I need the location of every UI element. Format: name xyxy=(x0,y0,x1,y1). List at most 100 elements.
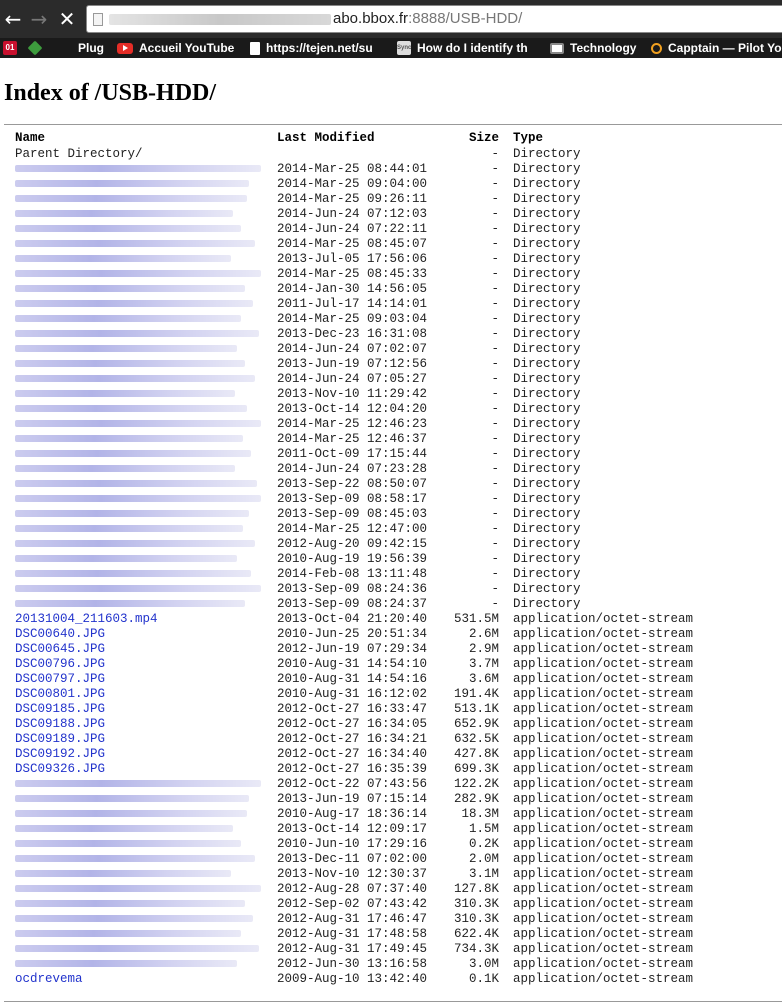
youtube-icon xyxy=(117,42,133,54)
redacted-file-link[interactable] xyxy=(15,780,261,788)
file-name-cell: DSC00801.JPG xyxy=(15,687,265,702)
size-cell: 2.0M xyxy=(468,852,499,866)
column-header-modified[interactable]: Last Modified xyxy=(277,131,375,146)
size-cell: - xyxy=(491,537,499,551)
redacted-file-link[interactable] xyxy=(15,165,261,173)
file-link[interactable]: ocdrevema xyxy=(15,972,83,986)
bookmark-sync[interactable]: Sync How do I identify th xyxy=(397,38,528,58)
redacted-file-link[interactable] xyxy=(15,345,237,353)
redacted-file-link[interactable] xyxy=(15,870,231,878)
size-cell: 3.0M xyxy=(468,957,499,971)
file-link[interactable]: DSC00796.JPG xyxy=(15,657,105,671)
file-link[interactable]: DSC00645.JPG xyxy=(15,642,105,656)
parent-directory-link[interactable]: Parent Directory/ xyxy=(15,147,143,161)
redacted-file-link[interactable] xyxy=(15,465,235,473)
redacted-file-link[interactable] xyxy=(15,855,255,863)
redacted-file-link[interactable] xyxy=(15,915,253,923)
redacted-file-link[interactable] xyxy=(15,405,247,413)
redacted-file-link[interactable] xyxy=(15,555,237,563)
redacted-file-link[interactable] xyxy=(15,600,245,608)
file-link[interactable]: DSC00801.JPG xyxy=(15,687,105,701)
type-cell: application/octet-stream xyxy=(513,927,694,941)
redacted-file-link[interactable] xyxy=(15,330,259,338)
redacted-file-link[interactable] xyxy=(15,210,233,218)
redacted-file-link[interactable] xyxy=(15,525,243,533)
divider-top xyxy=(4,124,782,125)
type-cell: application/octet-stream xyxy=(513,612,694,626)
redacted-file-link[interactable] xyxy=(15,285,245,293)
redacted-file-link[interactable] xyxy=(15,360,245,368)
file-link[interactable]: DSC09326.JPG xyxy=(15,762,105,776)
redacted-file-link[interactable] xyxy=(15,390,235,398)
type-cell: application/octet-stream xyxy=(513,942,694,956)
file-name-cell xyxy=(15,882,265,897)
modified-cell: 2012-Aug-31 17:49:45 xyxy=(277,942,428,956)
redacted-file-link[interactable] xyxy=(15,450,251,458)
size-cell: 3.1M xyxy=(468,867,499,881)
bookmark-plug[interactable]: Plug xyxy=(78,38,104,58)
type-cell: Directory xyxy=(513,312,581,326)
size-cell: 282.9K xyxy=(453,792,499,806)
modified-cell: 2010-Jun-25 20:51:34 xyxy=(277,627,428,641)
bookmark-feedly[interactable] xyxy=(27,38,43,58)
file-link[interactable]: 20131004_211603.mp4 xyxy=(15,612,158,626)
redacted-file-link[interactable] xyxy=(15,195,247,203)
stop-icon[interactable]: ✕ xyxy=(56,7,78,31)
address-bar[interactable]: abo.bbox.fr:8888/USB-HDD/ xyxy=(86,5,782,33)
file-link[interactable]: DSC00640.JPG xyxy=(15,627,105,641)
redacted-file-link[interactable] xyxy=(15,795,249,803)
redacted-file-link[interactable] xyxy=(15,885,261,893)
modified-cell: 2010-Aug-31 16:12:02 xyxy=(277,687,428,701)
forward-arrow-icon[interactable]: → xyxy=(28,7,50,31)
file-link[interactable]: DSC09192.JPG xyxy=(15,747,105,761)
bookmark-tejen[interactable]: https://tejen.net/su xyxy=(250,38,373,58)
file-name-cell: DSC00640.JPG xyxy=(15,627,265,642)
redacted-file-link[interactable] xyxy=(15,420,261,428)
redacted-file-link[interactable] xyxy=(15,810,247,818)
redacted-file-link[interactable] xyxy=(15,375,255,383)
modified-cell: 2010-Aug-19 19:56:39 xyxy=(277,552,428,566)
type-cell: Directory xyxy=(513,267,581,281)
redacted-file-link[interactable] xyxy=(15,480,257,488)
modified-cell: 2014-Mar-25 09:04:00 xyxy=(277,177,428,191)
redacted-file-link[interactable] xyxy=(15,240,255,248)
redacted-file-link[interactable] xyxy=(15,540,255,548)
redacted-file-link[interactable] xyxy=(15,435,243,443)
redacted-file-link[interactable] xyxy=(15,900,245,908)
redacted-file-link[interactable] xyxy=(15,255,231,263)
redacted-file-link[interactable] xyxy=(15,930,241,938)
redacted-file-link[interactable] xyxy=(15,585,261,593)
redacted-file-link[interactable] xyxy=(15,510,249,518)
file-link[interactable]: DSC09185.JPG xyxy=(15,702,105,716)
file-name-cell xyxy=(15,477,265,492)
column-header-name[interactable]: Name xyxy=(15,131,265,146)
file-link[interactable]: DSC09189.JPG xyxy=(15,732,105,746)
type-cell: Directory xyxy=(513,342,581,356)
bookmark-01net[interactable]: 01 xyxy=(3,38,17,58)
bookmark-youtube[interactable]: Accueil YouTube xyxy=(117,38,234,58)
modified-cell: 2014-Mar-25 12:46:23 xyxy=(277,417,428,431)
bookmark-capptain[interactable]: Capptain — Pilot Yo xyxy=(651,38,782,58)
redacted-file-link[interactable] xyxy=(15,495,261,503)
file-link[interactable]: DSC09188.JPG xyxy=(15,717,105,731)
redacted-file-link[interactable] xyxy=(15,180,249,188)
size-cell: 0.2K xyxy=(468,837,499,851)
redacted-file-link[interactable] xyxy=(15,225,241,233)
file-name-cell: DSC00797.JPG xyxy=(15,672,265,687)
file-link[interactable]: DSC00797.JPG xyxy=(15,672,105,686)
redacted-file-link[interactable] xyxy=(15,960,237,968)
redacted-file-link[interactable] xyxy=(15,315,241,323)
file-name-cell xyxy=(15,552,265,567)
bookmark-technology[interactable]: Technology xyxy=(550,38,636,58)
column-header-type[interactable]: Type xyxy=(513,131,543,146)
back-arrow-icon[interactable]: ← xyxy=(2,7,24,31)
column-header-size[interactable]: Size xyxy=(425,131,499,146)
type-cell: Directory xyxy=(513,507,581,521)
redacted-file-link[interactable] xyxy=(15,840,241,848)
redacted-file-link[interactable] xyxy=(15,300,253,308)
redacted-file-link[interactable] xyxy=(15,270,261,278)
url-host: abo.bbox.fr xyxy=(333,10,409,27)
redacted-file-link[interactable] xyxy=(15,945,259,953)
redacted-file-link[interactable] xyxy=(15,825,233,833)
redacted-file-link[interactable] xyxy=(15,570,251,578)
